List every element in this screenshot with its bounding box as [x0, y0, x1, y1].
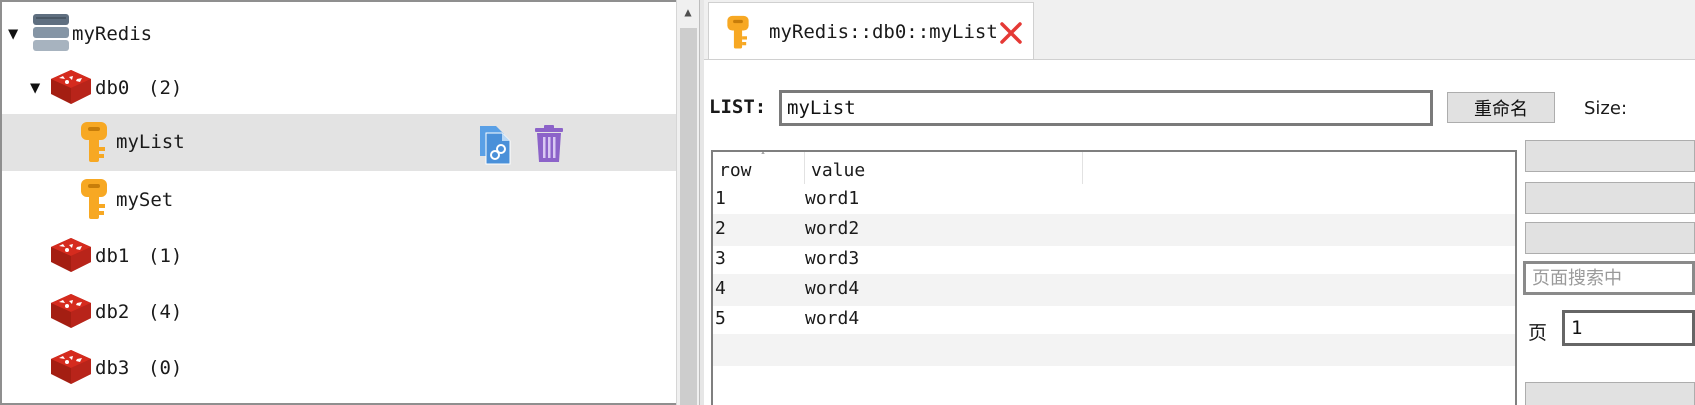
- db-key-count: (1): [148, 245, 183, 267]
- table-row[interactable]: 3 word3: [713, 244, 1515, 276]
- key-type-label: LIST:: [709, 96, 767, 118]
- tab-label: myRedis::db0::myList: [769, 21, 998, 43]
- table-row[interactable]: 5 word4: [713, 304, 1515, 336]
- row-index: 2: [715, 218, 726, 239]
- tree-node-db3[interactable]: db3 (0): [2, 338, 676, 398]
- row-value: word4: [805, 308, 860, 329]
- column-header-label: value: [811, 160, 866, 181]
- scroll-up-arrow-icon[interactable]: ▲: [677, 0, 699, 24]
- side-action-button-2[interactable]: [1525, 182, 1695, 214]
- tab-mylist[interactable]: myRedis::db0::myList: [708, 2, 1034, 59]
- side-action-button-3[interactable]: [1525, 222, 1695, 254]
- row-value: word2: [805, 218, 860, 239]
- tree-node-server[interactable]: ▼ myRedis: [2, 4, 676, 64]
- close-x-icon[interactable]: [999, 21, 1023, 49]
- page-number-input[interactable]: [1562, 310, 1695, 346]
- redis-db-icon: [49, 68, 93, 111]
- key-name: mySet: [116, 189, 174, 211]
- key-name-input[interactable]: [779, 90, 1433, 126]
- column-header-value[interactable]: value: [805, 152, 1083, 184]
- db-key-count: (0): [148, 357, 183, 379]
- side-action-button-4[interactable]: [1525, 382, 1695, 405]
- redis-db-icon: [49, 348, 93, 391]
- column-header-row[interactable]: row ˆ: [713, 152, 805, 184]
- server-name: myRedis: [72, 23, 153, 45]
- db-key-count: (4): [148, 301, 183, 323]
- scroll-thumb[interactable]: [680, 28, 697, 405]
- detail-panel: myRedis::db0::myList LIST: 重命名 Size: row…: [704, 0, 1695, 405]
- copy-link-icon[interactable]: [478, 124, 512, 171]
- connection-tree: ▼ myRedis ▼ db0 (2) myList mySet db1 (1)…: [0, 0, 676, 405]
- side-action-button-1[interactable]: [1525, 140, 1695, 172]
- redis-db-icon: [49, 236, 93, 279]
- table-row[interactable]: 2 word2: [713, 214, 1515, 246]
- sort-caret-icon: ˆ: [760, 152, 767, 163]
- trash-icon[interactable]: [534, 125, 564, 168]
- server-stack-icon: [32, 12, 70, 59]
- key-icon: [79, 178, 109, 227]
- rename-button[interactable]: 重命名: [1447, 92, 1555, 123]
- tree-node-db0[interactable]: ▼ db0 (2): [2, 58, 676, 118]
- tree-node-db1[interactable]: db1 (1): [2, 226, 676, 286]
- row-index: 4: [715, 278, 726, 299]
- db-name: db3: [95, 357, 130, 379]
- expand-arrow-icon[interactable]: ▼: [8, 24, 18, 44]
- key-icon: [725, 15, 751, 55]
- table-row-empty: [713, 334, 1515, 366]
- expand-arrow-icon[interactable]: ▼: [30, 78, 40, 98]
- row-index: 5: [715, 308, 726, 329]
- page-label: 页: [1528, 322, 1548, 344]
- tree-node-key-mylist[interactable]: myList: [2, 114, 676, 171]
- row-index: 1: [715, 188, 726, 209]
- tree-node-db2[interactable]: db2 (4): [2, 282, 676, 342]
- db-name: db0: [95, 77, 130, 99]
- row-value: word1: [805, 188, 860, 209]
- table-row[interactable]: 1 word1: [713, 184, 1515, 216]
- key-icon: [79, 121, 109, 170]
- row-index: 3: [715, 248, 726, 269]
- redis-db-icon: [49, 292, 93, 335]
- list-values-table: row ˆ value 1 word1 2 word2 3 word3 4 wo…: [711, 150, 1517, 405]
- row-value: word4: [805, 278, 860, 299]
- tree-scrollbar[interactable]: ▲: [676, 0, 700, 405]
- db-key-count: (2): [148, 77, 183, 99]
- tree-node-key-myset[interactable]: mySet: [2, 170, 676, 230]
- list-editor: LIST: 重命名 Size: row ˆ value 1 word1 2 wo…: [704, 60, 1695, 405]
- db-name: db2: [95, 301, 130, 323]
- column-header-label: row: [719, 160, 752, 181]
- page-search-input[interactable]: [1523, 261, 1695, 295]
- table-row[interactable]: 4 word4: [713, 274, 1515, 306]
- key-name: myList: [116, 131, 185, 153]
- db-name: db1: [95, 245, 130, 267]
- row-value: word3: [805, 248, 860, 269]
- size-label: Size:: [1584, 98, 1628, 119]
- table-header: row ˆ value: [713, 152, 1515, 184]
